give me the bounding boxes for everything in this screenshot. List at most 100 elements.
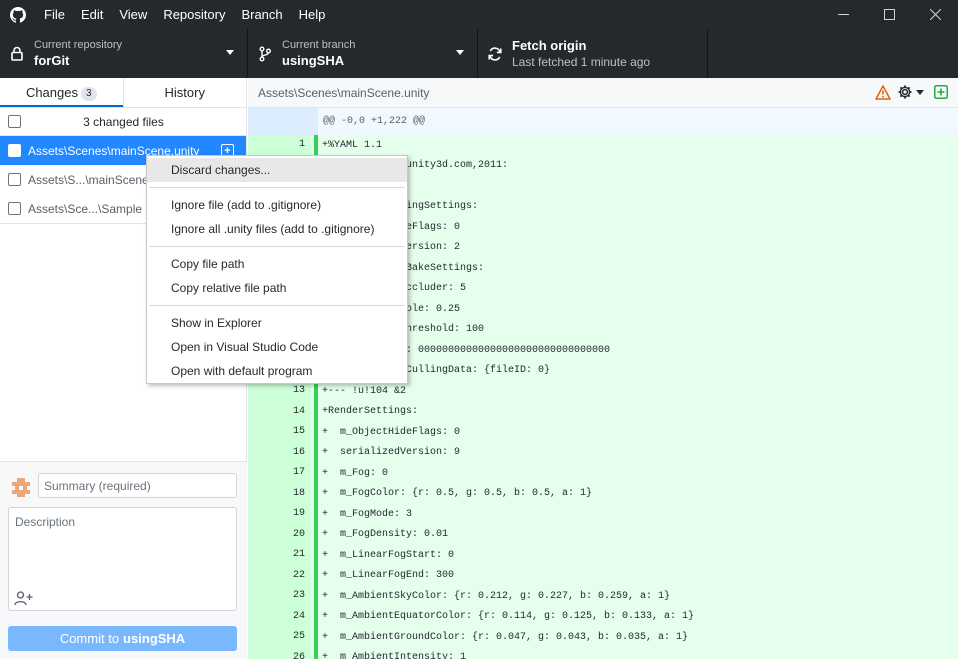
tab-changes[interactable]: Changes 3 [0, 78, 123, 107]
chevron-down-icon [456, 50, 464, 55]
diff-line-text: +%YAML 1.1 [322, 139, 383, 151]
maximize-button[interactable] [866, 0, 912, 29]
fetch-subtitle: Last fetched 1 minute ago [512, 55, 651, 69]
menu-repository[interactable]: Repository [155, 0, 233, 29]
avatar [10, 476, 32, 498]
diff-line: 20 + m_FogDensity: 0.01 [248, 524, 958, 545]
fetch-title: Fetch origin [512, 38, 587, 53]
warning-icon[interactable] [875, 84, 891, 100]
commit-button-prefix: Commit to [59, 631, 120, 646]
menu-item-copy-relative-path[interactable]: Copy relative file path [147, 276, 407, 300]
gear-icon [898, 85, 912, 99]
diff-line-text: + m_AmbientIntensity: 1 [322, 652, 467, 659]
menu-item-copy-path[interactable]: Copy file path [147, 252, 407, 276]
diff-line-text: + m_FogColor: {r: 0.5, g: 0.5, b: 0.5, a… [322, 488, 593, 500]
menu-help[interactable]: Help [291, 0, 334, 29]
commit-summary-input[interactable] [38, 473, 237, 498]
menu-edit[interactable]: Edit [73, 0, 111, 29]
old-line-number [248, 463, 282, 484]
file-checkbox[interactable] [8, 202, 21, 215]
add-coauthor-icon[interactable] [14, 590, 34, 606]
repo-name: forGit [34, 53, 70, 68]
new-line-number: 25 [282, 627, 311, 648]
diff-line: 22 + m_LinearFogEnd: 300 [248, 565, 958, 586]
new-line-number: 23 [282, 586, 311, 607]
menu-separator [149, 305, 405, 306]
file-path: Assets\Sce...\Sample [28, 201, 143, 216]
commit-button[interactable]: Commit to usingSHA [8, 626, 237, 651]
menu-bar: File Edit View Repository Branch Help [36, 0, 333, 29]
tab-history-label: History [164, 85, 205, 100]
menu-item-open-default[interactable]: Open with default program [147, 359, 407, 383]
old-line-number [248, 422, 282, 443]
diff-line-text: + m_AmbientGroundColor: {r: 0.047, g: 0.… [322, 631, 689, 643]
hunk-text: @@ -0,0 +1,222 @@ [323, 116, 426, 127]
new-line-number: 13 [282, 381, 311, 402]
git-branch-icon [248, 46, 282, 62]
new-line-number: 1 [282, 135, 311, 156]
old-line-number [248, 401, 282, 422]
fetch-origin-button[interactable]: Fetch origin Last fetched 1 minute ago [478, 29, 708, 78]
diff-settings-button[interactable] [897, 84, 924, 100]
old-line-number [248, 504, 282, 525]
diff-line: 14 +RenderSettings: [248, 401, 958, 422]
new-line-number: 22 [282, 565, 311, 586]
diff-line: 18 + m_FogColor: {r: 0.5, g: 0.5, b: 0.5,… [248, 483, 958, 504]
context-menu: Discard changes... Ignore file (add to .… [146, 155, 408, 384]
old-line-number [248, 545, 282, 566]
commit-description-input[interactable] [9, 508, 236, 586]
diff-line: 1 +%YAML 1.1 [248, 135, 958, 156]
diff-line: 16 + serializedVersion: 9 [248, 442, 958, 463]
commit-description-field[interactable] [8, 507, 237, 611]
old-line-number [248, 483, 282, 504]
menu-item-open-vscode[interactable]: Open in Visual Studio Code [147, 335, 407, 359]
new-line-number: 20 [282, 524, 311, 545]
menu-item-ignore-file[interactable]: Ignore file (add to .gitignore) [147, 193, 407, 217]
diff-line-text: + m_AmbientEquatorColor: {r: 0.114, g: 0… [322, 611, 695, 623]
current-branch-button[interactable]: Current branch usingSHA [248, 29, 478, 78]
title-bar: File Edit View Repository Branch Help [0, 0, 958, 29]
diff-line-text: + serializedVersion: 9 [322, 447, 461, 459]
diff-line: 19 + m_FogMode: 3 [248, 504, 958, 525]
menu-branch[interactable]: Branch [233, 0, 290, 29]
diff-line: 25 + m_AmbientGroundColor: {r: 0.047, g: … [248, 627, 958, 648]
diff-file-path: Assets\Scenes\mainScene.unity [258, 85, 430, 100]
diff-line-text: + m_AmbientSkyColor: {r: 0.212, g: 0.227… [322, 590, 671, 602]
old-line-number [248, 606, 282, 627]
diff-line: 24 + m_AmbientEquatorColor: {r: 0.114, g:… [248, 606, 958, 627]
menu-separator [149, 187, 405, 188]
new-line-number: 24 [282, 606, 311, 627]
old-line-number [248, 565, 282, 586]
minimize-button[interactable] [820, 0, 866, 29]
old-line-number [248, 627, 282, 648]
github-logo-icon [0, 0, 36, 29]
menu-separator [149, 246, 405, 247]
diff-toolbar [869, 84, 948, 100]
diff-line-text: +--- !u!104 &2 [322, 385, 407, 397]
diff-line-text: + m_LinearFogEnd: 300 [322, 570, 455, 582]
close-button[interactable] [912, 0, 958, 29]
toolbar: Current repository forGit Current branch… [0, 29, 958, 78]
menu-file[interactable]: File [36, 0, 73, 29]
commit-panel: Commit tousingSHA [0, 461, 247, 659]
commit-button-branch: usingSHA [123, 631, 186, 646]
window-controls [820, 0, 958, 29]
repo-lock-icon [0, 46, 34, 61]
menu-item-show-in-explorer[interactable]: Show in Explorer [147, 311, 407, 335]
diff-line-text: + m_LinearFogStart: 0 [322, 549, 455, 561]
menu-view[interactable]: View [111, 0, 155, 29]
current-repository-button[interactable]: Current repository forGit [0, 29, 248, 78]
menu-item-discard-changes[interactable]: Discard changes... [147, 158, 407, 182]
new-line-number: 26 [282, 647, 311, 659]
diff-line: 21 + m_LinearFogStart: 0 [248, 545, 958, 566]
changed-files-header: 3 changed files [0, 108, 246, 136]
diff-line: 23 + m_AmbientSkyColor: {r: 0.212, g: 0.2… [248, 586, 958, 607]
menu-item-ignore-all-unity[interactable]: Ignore all .unity files (add to .gitigno… [147, 217, 407, 241]
diff-line-text: + m_FogDensity: 0.01 [322, 529, 449, 541]
chevron-down-icon [226, 50, 234, 55]
file-checkbox[interactable] [8, 173, 21, 186]
file-checkbox[interactable] [8, 144, 21, 157]
tab-history[interactable]: History [122, 78, 247, 107]
sidebar-tabs: Changes 3 History [0, 78, 246, 108]
branch-name: usingSHA [282, 53, 345, 68]
